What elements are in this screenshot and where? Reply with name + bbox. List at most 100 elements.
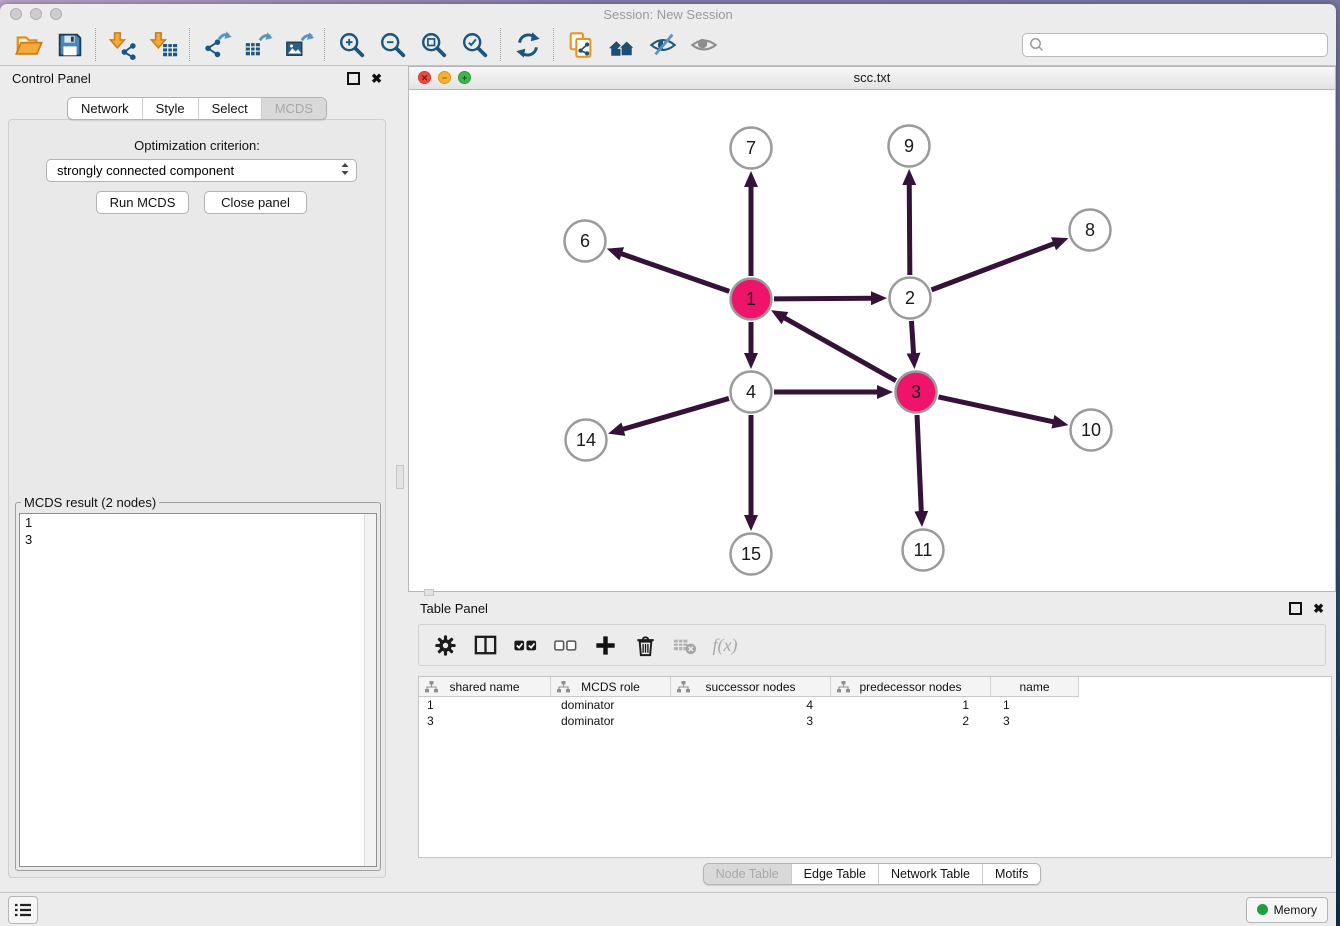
cell-mcds-role[interactable]: dominator xyxy=(551,698,671,712)
zoom-fit-button[interactable] xyxy=(413,26,454,63)
table-panel: Table Panel ✖ xyxy=(408,595,1336,892)
column-hierarchy-icon xyxy=(557,681,570,693)
cell-successor-nodes[interactable]: 3 xyxy=(671,714,831,728)
zoom-in-button[interactable] xyxy=(331,26,372,63)
network-minimize-button[interactable]: − xyxy=(438,71,451,84)
window-close-button[interactable] xyxy=(10,8,22,20)
cell-shared-name[interactable]: 3 xyxy=(419,714,551,728)
export-table-icon xyxy=(243,30,273,60)
tab-motifs[interactable]: Motifs xyxy=(982,864,1040,884)
hide-all-columns-button[interactable] xyxy=(551,631,579,659)
tab-mcds[interactable]: MCDS xyxy=(261,98,326,119)
cell-successor-nodes[interactable]: 4 xyxy=(671,698,831,712)
close-panel-button-action[interactable]: Close panel xyxy=(204,191,307,214)
control-panel-title: Control Panel xyxy=(12,71,91,86)
table-panel-header: Table Panel ✖ xyxy=(408,595,1336,621)
task-history-button[interactable] xyxy=(8,896,38,924)
graph-edge[interactable] xyxy=(917,415,921,512)
cell-shared-name[interactable]: 1 xyxy=(419,698,551,712)
node-table: shared name MCDS role xyxy=(418,676,1332,858)
graph-edge[interactable] xyxy=(932,243,1055,289)
zoom-selected-icon xyxy=(460,30,490,60)
column-header-predecessor-nodes[interactable]: predecessor nodes xyxy=(831,677,991,697)
network-canvas-svg[interactable]: 7968124314101511 xyxy=(409,90,1335,592)
tab-node-table[interactable]: Node Table xyxy=(704,864,791,884)
zoom-selected-button[interactable] xyxy=(454,26,495,63)
home-button[interactable] xyxy=(601,26,642,63)
export-image-button[interactable] xyxy=(278,26,319,63)
zoom-out-button[interactable] xyxy=(372,26,413,63)
create-column-button[interactable] xyxy=(591,631,619,659)
tab-network-table[interactable]: Network Table xyxy=(878,864,982,884)
network-zoom-button[interactable]: + xyxy=(458,71,471,84)
app-title: Session: New Session xyxy=(0,4,1336,25)
graph-edge[interactable] xyxy=(909,184,910,275)
list-item[interactable]: 1 xyxy=(20,514,376,531)
memory-button[interactable]: Memory xyxy=(1246,897,1328,923)
tab-style[interactable]: Style xyxy=(142,98,198,119)
delete-table-icon xyxy=(672,632,699,659)
search-icon xyxy=(1029,37,1044,52)
trash-icon xyxy=(632,632,659,659)
close-table-panel-button[interactable]: ✖ xyxy=(1313,602,1324,615)
float-table-panel-button[interactable] xyxy=(1289,602,1302,615)
cell-name[interactable]: 3 xyxy=(991,714,1079,728)
mcds-result-title: MCDS result (2 nodes) xyxy=(21,495,159,510)
search-input[interactable] xyxy=(1048,36,1321,53)
clone-network-button[interactable] xyxy=(560,26,601,63)
graph-node-label: 11 xyxy=(914,540,933,560)
open-session-button[interactable] xyxy=(8,26,49,63)
list-scrollbar[interactable] xyxy=(364,514,376,866)
clone-network-icon xyxy=(566,30,596,60)
column-header-successor-nodes[interactable]: successor nodes xyxy=(671,677,831,697)
graph-edge[interactable] xyxy=(938,397,1053,422)
column-header-mcds-role[interactable]: MCDS role xyxy=(551,677,671,697)
cell-predecessor-nodes[interactable]: 1 xyxy=(831,698,991,712)
show-all-columns-button[interactable] xyxy=(511,631,539,659)
split-table-view-button[interactable] xyxy=(471,631,499,659)
graph-node-label: 1 xyxy=(746,289,756,309)
vertical-splitter-handle[interactable] xyxy=(396,465,404,489)
graph-edge[interactable] xyxy=(911,321,913,354)
list-item[interactable]: 3 xyxy=(20,531,376,548)
cell-name[interactable]: 1 xyxy=(991,698,1079,712)
criterion-dropdown[interactable]: strongly connected component xyxy=(46,159,357,182)
refresh-button[interactable] xyxy=(507,26,548,63)
eye-icon xyxy=(689,30,719,60)
graph-edge[interactable] xyxy=(621,254,729,292)
tab-edge-table[interactable]: Edge Table xyxy=(791,864,878,884)
tab-network[interactable]: Network xyxy=(68,98,142,119)
float-panel-button[interactable] xyxy=(347,72,360,85)
show-hide-graphics-details-button[interactable] xyxy=(642,26,683,63)
cell-predecessor-nodes[interactable]: 2 xyxy=(831,714,991,728)
column-header-name[interactable]: name xyxy=(991,677,1079,697)
main-toolbar xyxy=(0,24,1336,66)
column-header-shared-name[interactable]: shared name xyxy=(419,677,551,697)
graph-edge[interactable] xyxy=(774,298,872,299)
table-row[interactable]: 3 dominator 3 2 3 xyxy=(419,713,1331,729)
export-network-button[interactable] xyxy=(196,26,237,63)
folder-open-icon xyxy=(14,30,44,60)
cell-mcds-role[interactable]: dominator xyxy=(551,714,671,728)
window-minimize-button[interactable] xyxy=(30,8,42,20)
graph-node-label: 3 xyxy=(911,382,921,402)
table-settings-button[interactable] xyxy=(431,631,459,659)
import-network-button[interactable] xyxy=(102,26,143,63)
tab-select[interactable]: Select xyxy=(198,98,261,119)
show-hide-panel-button[interactable] xyxy=(683,26,724,63)
memory-status-icon xyxy=(1257,904,1268,915)
table-header-row: shared name MCDS role xyxy=(419,677,1331,697)
graph-edge[interactable] xyxy=(622,398,728,429)
delete-column-button[interactable] xyxy=(631,631,659,659)
table-row[interactable]: 1 dominator 4 1 1 xyxy=(419,697,1331,713)
graph-node-label: 14 xyxy=(576,430,596,450)
graph-edge[interactable] xyxy=(784,318,896,381)
export-table-button[interactable] xyxy=(237,26,278,63)
network-close-button[interactable]: ✕ xyxy=(418,71,431,84)
save-session-button[interactable] xyxy=(49,26,90,63)
import-table-button[interactable] xyxy=(143,26,184,63)
window-zoom-button[interactable] xyxy=(50,8,62,20)
run-mcds-button[interactable]: Run MCDS xyxy=(96,191,189,214)
optimization-criterion-label: Optimization criterion: xyxy=(9,138,385,153)
close-panel-button[interactable]: ✖ xyxy=(371,72,382,85)
